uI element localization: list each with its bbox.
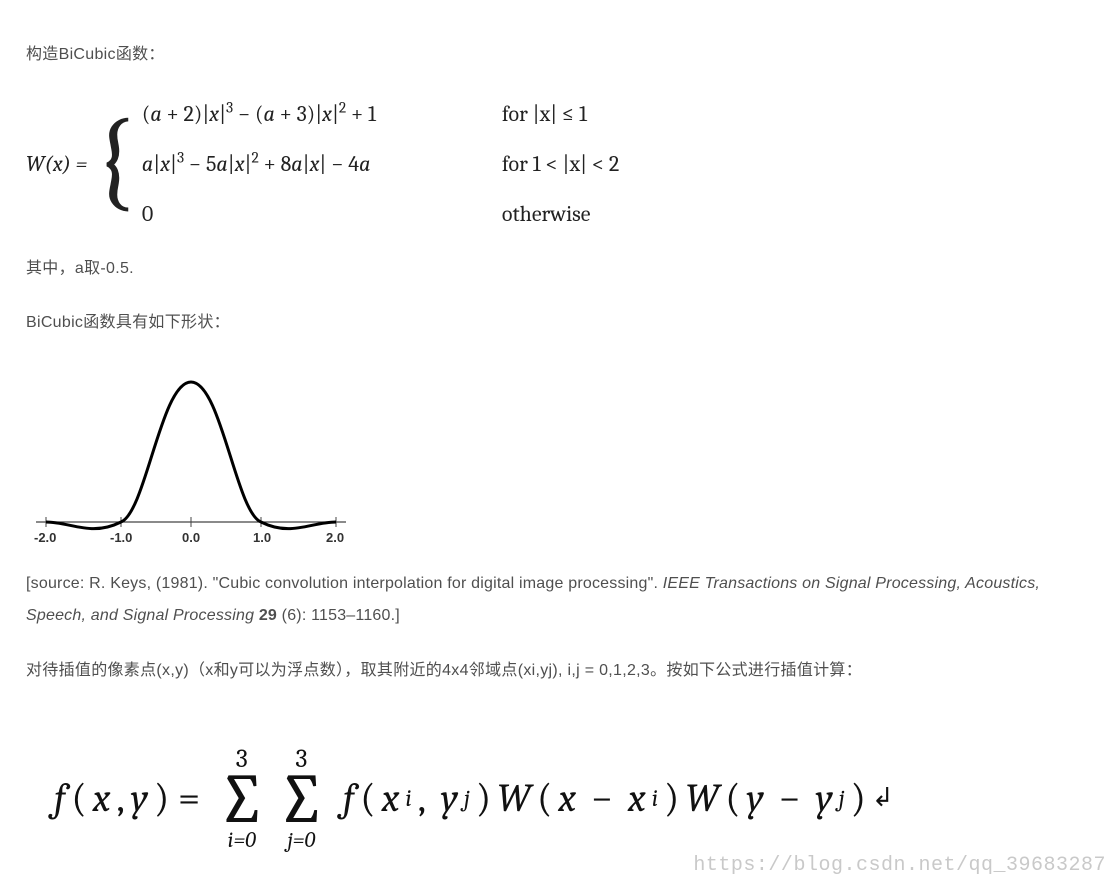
tick-2: 2.0 (326, 530, 344, 545)
sigma-i: 3 ∑ i=0 (217, 746, 267, 851)
bicubic-definition-formula: W(x) = { (a + 2)|x|3 − (a + 3)|x|2 + 1 f… (26, 94, 1088, 235)
tick-neg1: -1.0 (110, 530, 132, 545)
kernel-svg: -2.0 -1.0 0.0 1.0 2.0 (26, 367, 356, 552)
interpolation-sum-formula: f(x,y) = 3 ∑ i=0 3 ∑ j=0 f(xi, yj)W(x − … (26, 746, 1088, 851)
piece-row-3: 0 otherwise (142, 194, 619, 236)
neighborhood-para: 对待插值的像素点(x,y)（x和y可以为浮点数），取其附近的4x4邻域点(xi,… (26, 656, 1088, 686)
a-value-para: 其中，a取-0.5. (26, 254, 1088, 284)
tick-1: 1.0 (253, 530, 271, 545)
brace-icon: { (93, 109, 136, 214)
citation-text: [source: R. Keys, (1981). "Cubic convolu… (26, 568, 1088, 632)
sigma-j: 3 ∑ j=0 (277, 746, 327, 851)
piece-row-2: a|x|3 − 5a|x|2 + 8a|x| − 4a for 1 < |x| … (142, 144, 619, 186)
piece-row-1: (a + 2)|x|3 − (a + 3)|x|2 + 1 for |x| ≤ … (142, 94, 619, 136)
tick-neg2: -2.0 (34, 530, 56, 545)
shape-para: BiCubic函数具有如下形状： (26, 308, 1088, 338)
document-page: 构造BiCubic函数： W(x) = { (a + 2)|x|3 − (a +… (0, 0, 1114, 891)
watermark-text: https://blog.csdn.net/qq_39683287 (693, 847, 1106, 885)
kernel-curve (46, 382, 336, 529)
intro-para: 构造BiCubic函数： (26, 40, 1088, 70)
lhs: W(x) = (26, 144, 87, 186)
tick-0: 0.0 (182, 530, 200, 545)
bicubic-kernel-plot: -2.0 -1.0 0.0 1.0 2.0 (26, 367, 1088, 552)
